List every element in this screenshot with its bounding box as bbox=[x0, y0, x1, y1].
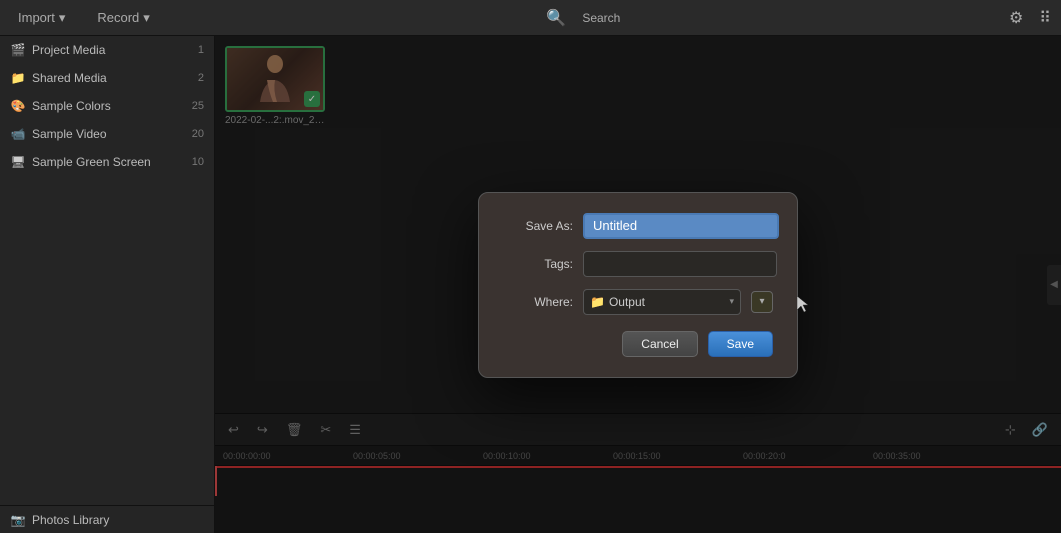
shared-media-icon: 📁 bbox=[10, 70, 26, 86]
dialog-buttons: Cancel Save bbox=[503, 331, 773, 357]
sample-colors-label: Sample Colors bbox=[32, 99, 186, 113]
sidebar-item-sample-green-screen[interactable]: 🖥 Sample Green Screen 10 bbox=[0, 148, 214, 176]
where-select-container: 📁 Output ▾ bbox=[583, 289, 741, 315]
dialog-save-as-row: Save As: bbox=[503, 213, 773, 239]
import-chevron-icon: ▾ bbox=[59, 10, 66, 26]
search-icon[interactable]: 🔍 bbox=[546, 8, 566, 28]
dialog-where-row: Where: 📁 Output ▾ ▾ bbox=[503, 289, 773, 315]
save-as-input[interactable] bbox=[583, 213, 779, 239]
photos-library-label: Photos Library bbox=[32, 513, 204, 527]
record-button[interactable]: Record ▾ bbox=[89, 6, 157, 30]
save-button[interactable]: Save bbox=[708, 331, 773, 357]
sample-video-icon: 📹 bbox=[10, 126, 26, 142]
save-dialog: Save As: Tags: Where: 📁 Output bbox=[478, 192, 798, 378]
cancel-button[interactable]: Cancel bbox=[622, 331, 697, 357]
shared-media-label: Shared Media bbox=[32, 71, 192, 85]
sample-green-screen-label: Sample Green Screen bbox=[32, 155, 186, 169]
tags-input[interactable] bbox=[583, 251, 777, 277]
top-toolbar: Import ▾ Record ▾ 🔍 Search ⚙ ⠿ bbox=[0, 0, 1061, 36]
filter-icon[interactable]: ⚙ bbox=[1009, 8, 1023, 28]
project-media-label: Project Media bbox=[32, 43, 192, 57]
sidebar-item-photos-library[interactable]: 📷 Photos Library bbox=[0, 505, 214, 533]
sidebar-item-sample-video[interactable]: 📹 Sample Video 20 bbox=[0, 120, 214, 148]
project-media-count: 1 bbox=[198, 44, 204, 56]
sidebar: 🎬 Project Media 1 📁 Shared Media 2 🎨 Sam… bbox=[0, 36, 215, 533]
where-chevron-icon: ▾ bbox=[729, 296, 734, 307]
dialog-tags-row: Tags: bbox=[503, 251, 773, 277]
record-chevron-icon: ▾ bbox=[143, 10, 150, 26]
photos-library-icon: 📷 bbox=[10, 512, 26, 528]
project-media-icon: 🎬 bbox=[10, 42, 26, 58]
main-layout: 🎬 Project Media 1 📁 Shared Media 2 🎨 Sam… bbox=[0, 36, 1061, 533]
sample-colors-icon: 🎨 bbox=[10, 98, 26, 114]
sidebar-item-sample-colors[interactable]: 🎨 Sample Colors 25 bbox=[0, 92, 214, 120]
folder-icon: 📁 bbox=[590, 295, 605, 309]
shared-media-count: 2 bbox=[198, 72, 204, 84]
sample-video-count: 20 bbox=[192, 128, 204, 140]
dialog-overlay: Save As: Tags: Where: 📁 Output bbox=[215, 36, 1061, 533]
where-expand-button[interactable]: ▾ bbox=[751, 291, 773, 313]
tags-label: Tags: bbox=[503, 257, 573, 271]
save-as-label: Save As: bbox=[503, 219, 573, 233]
search-label: Search bbox=[582, 11, 620, 25]
sidebar-item-shared-media[interactable]: 📁 Shared Media 2 bbox=[0, 64, 214, 92]
sample-green-screen-icon: 🖥 bbox=[10, 154, 26, 170]
sidebar-item-project-media[interactable]: 🎬 Project Media 1 bbox=[0, 36, 214, 64]
import-button[interactable]: Import ▾ bbox=[10, 6, 73, 30]
import-label: Import bbox=[18, 10, 55, 25]
sample-green-screen-count: 10 bbox=[192, 156, 204, 168]
grid-icon[interactable]: ⠿ bbox=[1039, 8, 1051, 28]
content-area: ✓ 2022-02-...2:.mov_2_0 ◀ ↩ ↪ 🗑 ✂ ☰ ⊹ 🔗 bbox=[215, 36, 1061, 533]
sample-video-label: Sample Video bbox=[32, 127, 186, 141]
record-label: Record bbox=[97, 10, 139, 25]
where-label: Where: bbox=[503, 295, 573, 309]
expand-chevron-icon: ▾ bbox=[759, 296, 764, 307]
where-select[interactable]: Output bbox=[609, 295, 726, 309]
sample-colors-count: 25 bbox=[192, 100, 204, 112]
